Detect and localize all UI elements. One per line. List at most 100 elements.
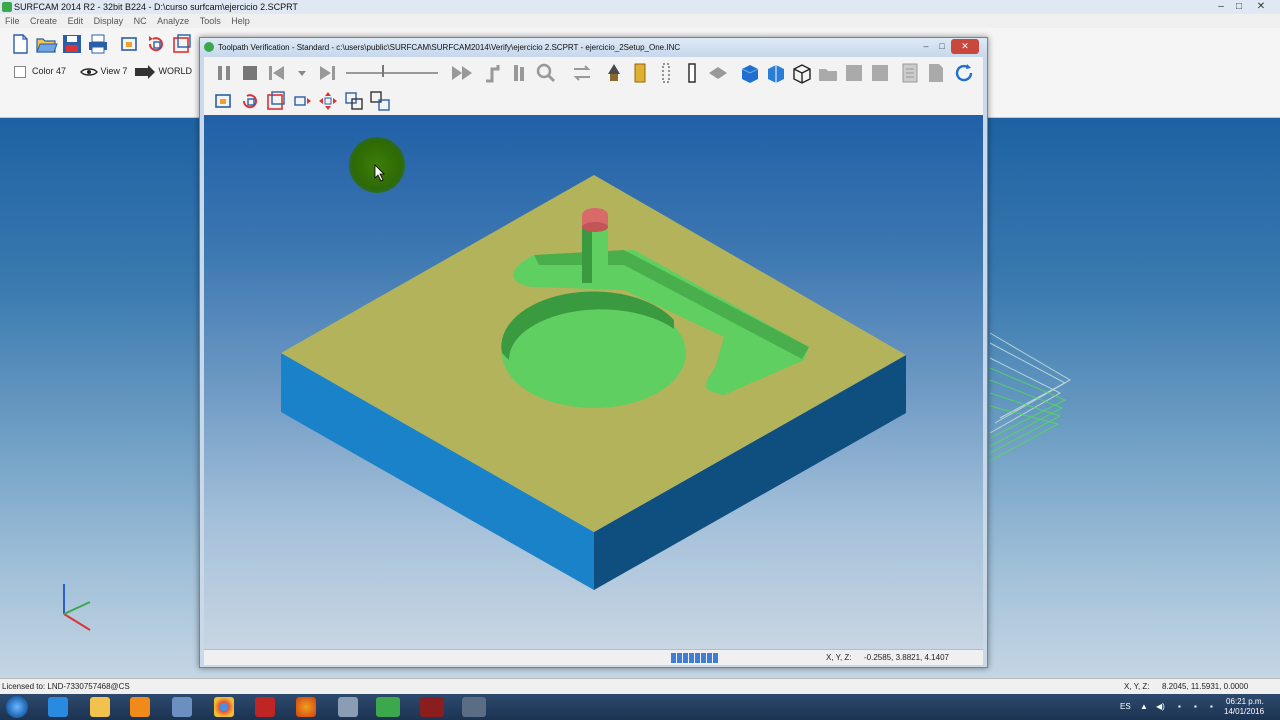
gray-box-2-icon[interactable] bbox=[868, 61, 892, 85]
holder-icon[interactable] bbox=[628, 61, 652, 85]
dialog-close-button[interactable]: ✕ bbox=[951, 39, 979, 54]
color-label: Color 47 bbox=[32, 66, 67, 76]
pan-icon[interactable] bbox=[316, 89, 340, 113]
mouse-cursor-icon bbox=[374, 164, 385, 182]
tray-arrow-icon[interactable]: ▲ bbox=[1140, 702, 1148, 712]
clock-time[interactable]: 06:21 p.m. bbox=[1226, 697, 1264, 707]
settings-tool-icon[interactable] bbox=[255, 697, 275, 717]
menu-create[interactable]: Create bbox=[30, 14, 57, 28]
chrome-icon[interactable] bbox=[214, 697, 234, 717]
menu-edit[interactable]: Edit bbox=[68, 14, 84, 28]
tool-outline-icon[interactable] bbox=[654, 61, 678, 85]
tool-path-icon[interactable] bbox=[482, 61, 506, 85]
zoom-previous-icon[interactable] bbox=[264, 89, 288, 113]
app-title: SURFCAM 2014 R2 - 32bit B224 - D:\curso … bbox=[14, 2, 298, 12]
folder-view-icon[interactable] bbox=[816, 61, 840, 85]
eye-icon bbox=[80, 67, 98, 76]
surfcam-taskbar-icon[interactable] bbox=[376, 697, 400, 717]
tile-view-icon[interactable] bbox=[342, 89, 366, 113]
menu-nc[interactable]: NC bbox=[134, 14, 147, 28]
fast-forward-icon[interactable] bbox=[450, 61, 474, 85]
refresh-icon[interactable] bbox=[952, 61, 976, 85]
cplane-label: WORLD bbox=[158, 66, 193, 76]
close-button[interactable]: ✕ bbox=[1252, 0, 1270, 14]
xyz-value: 8.2045, 11.5931, 0.0000 bbox=[1162, 682, 1249, 691]
status-bar: Licensed to: LND-7330757468@CS X, Y, Z: … bbox=[0, 678, 1280, 694]
view-label: View 7 bbox=[100, 66, 128, 76]
section-view-icon[interactable] bbox=[764, 61, 788, 85]
maximize-button[interactable]: □ bbox=[1230, 0, 1248, 14]
menu-tools[interactable]: Tools bbox=[200, 14, 221, 28]
redraw-icon[interactable] bbox=[170, 32, 194, 56]
rewind-icon[interactable] bbox=[264, 61, 288, 85]
acrobat-icon[interactable] bbox=[420, 697, 444, 717]
stock-icon[interactable] bbox=[706, 61, 730, 85]
surfcam-logo-icon bbox=[2, 2, 12, 12]
verification-graphics-view[interactable] bbox=[204, 115, 983, 649]
dialog-xyz-label: X, Y, Z: bbox=[826, 653, 852, 662]
menu-help[interactable]: Help bbox=[231, 14, 250, 28]
dialog-xyz-value: -0.2585, 3.8821, 4.1407 bbox=[864, 653, 949, 662]
dialog-title: Toolpath Verification - Standard - c:\us… bbox=[218, 43, 681, 52]
magnify-icon[interactable] bbox=[534, 61, 558, 85]
verify-taskbar-icon[interactable] bbox=[462, 697, 486, 717]
machined-part-model bbox=[281, 164, 906, 590]
dialog-title-bar: Toolpath Verification - Standard - c:\us… bbox=[200, 38, 987, 57]
network-icon[interactable] bbox=[172, 697, 192, 717]
verify-logo-icon bbox=[204, 42, 214, 52]
step-forward-icon[interactable] bbox=[316, 61, 340, 85]
tool-display-icon[interactable] bbox=[602, 61, 626, 85]
split-view-icon[interactable] bbox=[368, 89, 392, 113]
clock-date[interactable]: 14/01/2016 bbox=[1224, 707, 1264, 717]
firefox-icon[interactable] bbox=[296, 697, 316, 717]
menu-file[interactable]: File bbox=[5, 14, 20, 28]
speed-slider-track[interactable] bbox=[346, 72, 438, 74]
start-button-icon[interactable] bbox=[6, 696, 28, 718]
language-indicator[interactable]: ES bbox=[1120, 702, 1131, 712]
verification-progress bbox=[671, 653, 723, 663]
calculator-icon[interactable] bbox=[338, 697, 358, 717]
dialog-status-bar: X, Y, Z: -0.2585, 3.8821, 4.1407 bbox=[204, 649, 983, 665]
view-selector[interactable]: View 7 bbox=[80, 64, 127, 78]
layers-icon[interactable] bbox=[508, 61, 532, 85]
tray-icon-2[interactable]: ▪ bbox=[1194, 702, 1197, 712]
pause-icon[interactable] bbox=[212, 61, 236, 85]
page-icon[interactable] bbox=[924, 61, 948, 85]
solid-view-icon[interactable] bbox=[738, 61, 762, 85]
speed-slider-thumb[interactable] bbox=[382, 65, 384, 77]
menu-bar: File Create Edit Display NC Analyze Tool… bbox=[0, 14, 1280, 28]
media-player-icon[interactable] bbox=[130, 697, 150, 717]
open-folder-icon[interactable] bbox=[34, 32, 58, 56]
color-selector[interactable]: Color 47 bbox=[14, 64, 66, 78]
dynamic-rotate-icon[interactable] bbox=[238, 89, 262, 113]
cutter-icon[interactable] bbox=[680, 61, 704, 85]
wireframe-view-icon[interactable] bbox=[790, 61, 814, 85]
tray-icon-3[interactable]: ▪ bbox=[1210, 702, 1213, 712]
zoom-out-icon[interactable] bbox=[290, 89, 314, 113]
gray-box-1-icon[interactable] bbox=[842, 61, 866, 85]
dialog-maximize-button[interactable]: □ bbox=[933, 39, 951, 54]
menu-analyze[interactable]: Analyze bbox=[157, 14, 189, 28]
color-swatch bbox=[14, 65, 26, 78]
tray-icon-1[interactable]: ▪ bbox=[1178, 702, 1181, 712]
axis-triad-icon bbox=[52, 580, 102, 640]
save-icon[interactable] bbox=[60, 32, 84, 56]
step-dropdown-icon[interactable] bbox=[290, 61, 314, 85]
cplane-selector[interactable]: WORLD bbox=[134, 64, 192, 79]
windows-taskbar: ES ▲ ◀) ▪ ▪ ▪ 06:21 p.m. 14/01/2016 bbox=[0, 694, 1280, 720]
stop-icon[interactable] bbox=[238, 61, 262, 85]
rotate-view-icon[interactable] bbox=[144, 32, 168, 56]
report-icon[interactable] bbox=[898, 61, 922, 85]
minimize-button[interactable]: – bbox=[1212, 0, 1230, 14]
new-file-icon[interactable] bbox=[8, 32, 32, 56]
volume-icon[interactable]: ◀) bbox=[1156, 702, 1165, 712]
ie-icon[interactable] bbox=[48, 697, 68, 717]
compare-icon[interactable] bbox=[570, 61, 594, 85]
fit-view-icon[interactable] bbox=[212, 89, 236, 113]
xyz-label: X, Y, Z: bbox=[1124, 682, 1150, 691]
zoom-window-icon[interactable] bbox=[118, 32, 142, 56]
verify-toolbar bbox=[204, 57, 983, 115]
print-icon[interactable] bbox=[86, 32, 110, 56]
menu-display[interactable]: Display bbox=[94, 14, 124, 28]
explorer-icon[interactable] bbox=[90, 697, 110, 717]
